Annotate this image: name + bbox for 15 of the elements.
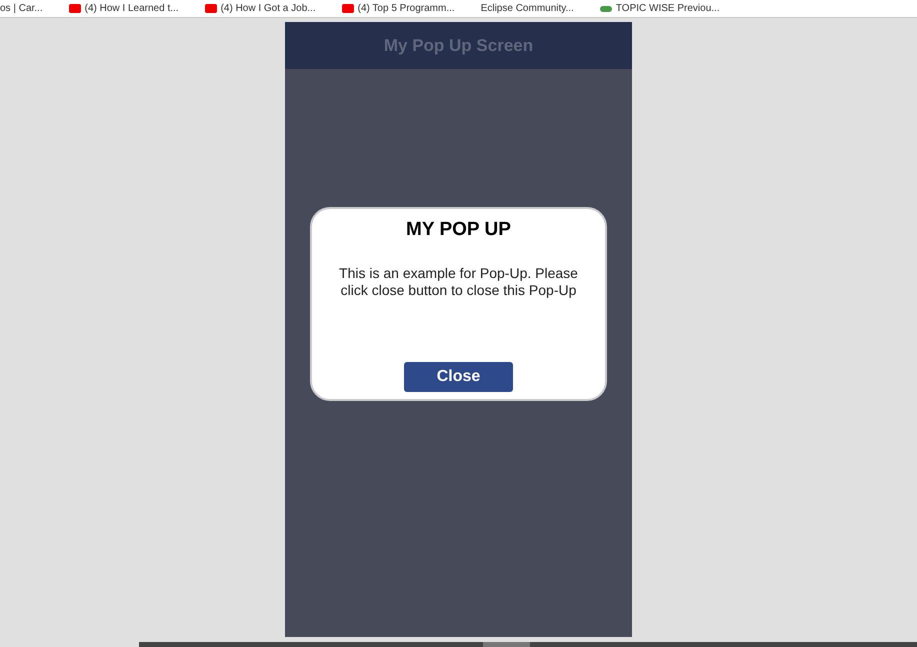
scrollbar-thumb[interactable] <box>483 642 530 647</box>
scrollbar[interactable] <box>139 642 917 647</box>
video-icon <box>204 4 217 13</box>
bookmark-link[interactable]: Eclipse Community... <box>480 4 574 14</box>
bookmark-link[interactable]: TOPIC WISE Previou... <box>616 4 720 14</box>
bookmark-link[interactable]: os | Car... <box>0 4 43 14</box>
popup-message: This is an example for Pop-Up. Please click close button to close this Pop-Up <box>338 264 579 298</box>
popup-title: MY POP UP <box>406 218 511 242</box>
bookmark-link[interactable]: (4) Top 5 Programm... <box>358 4 455 14</box>
bookmark-link[interactable]: (4) How I Learned t... <box>84 4 179 14</box>
video-icon <box>68 4 81 13</box>
close-button[interactable]: Close <box>404 362 513 392</box>
screen-title: My Pop Up Screen <box>384 34 534 57</box>
video-icon <box>342 4 354 13</box>
bookmark-link[interactable]: (4) How I Got a Job... <box>220 4 316 14</box>
